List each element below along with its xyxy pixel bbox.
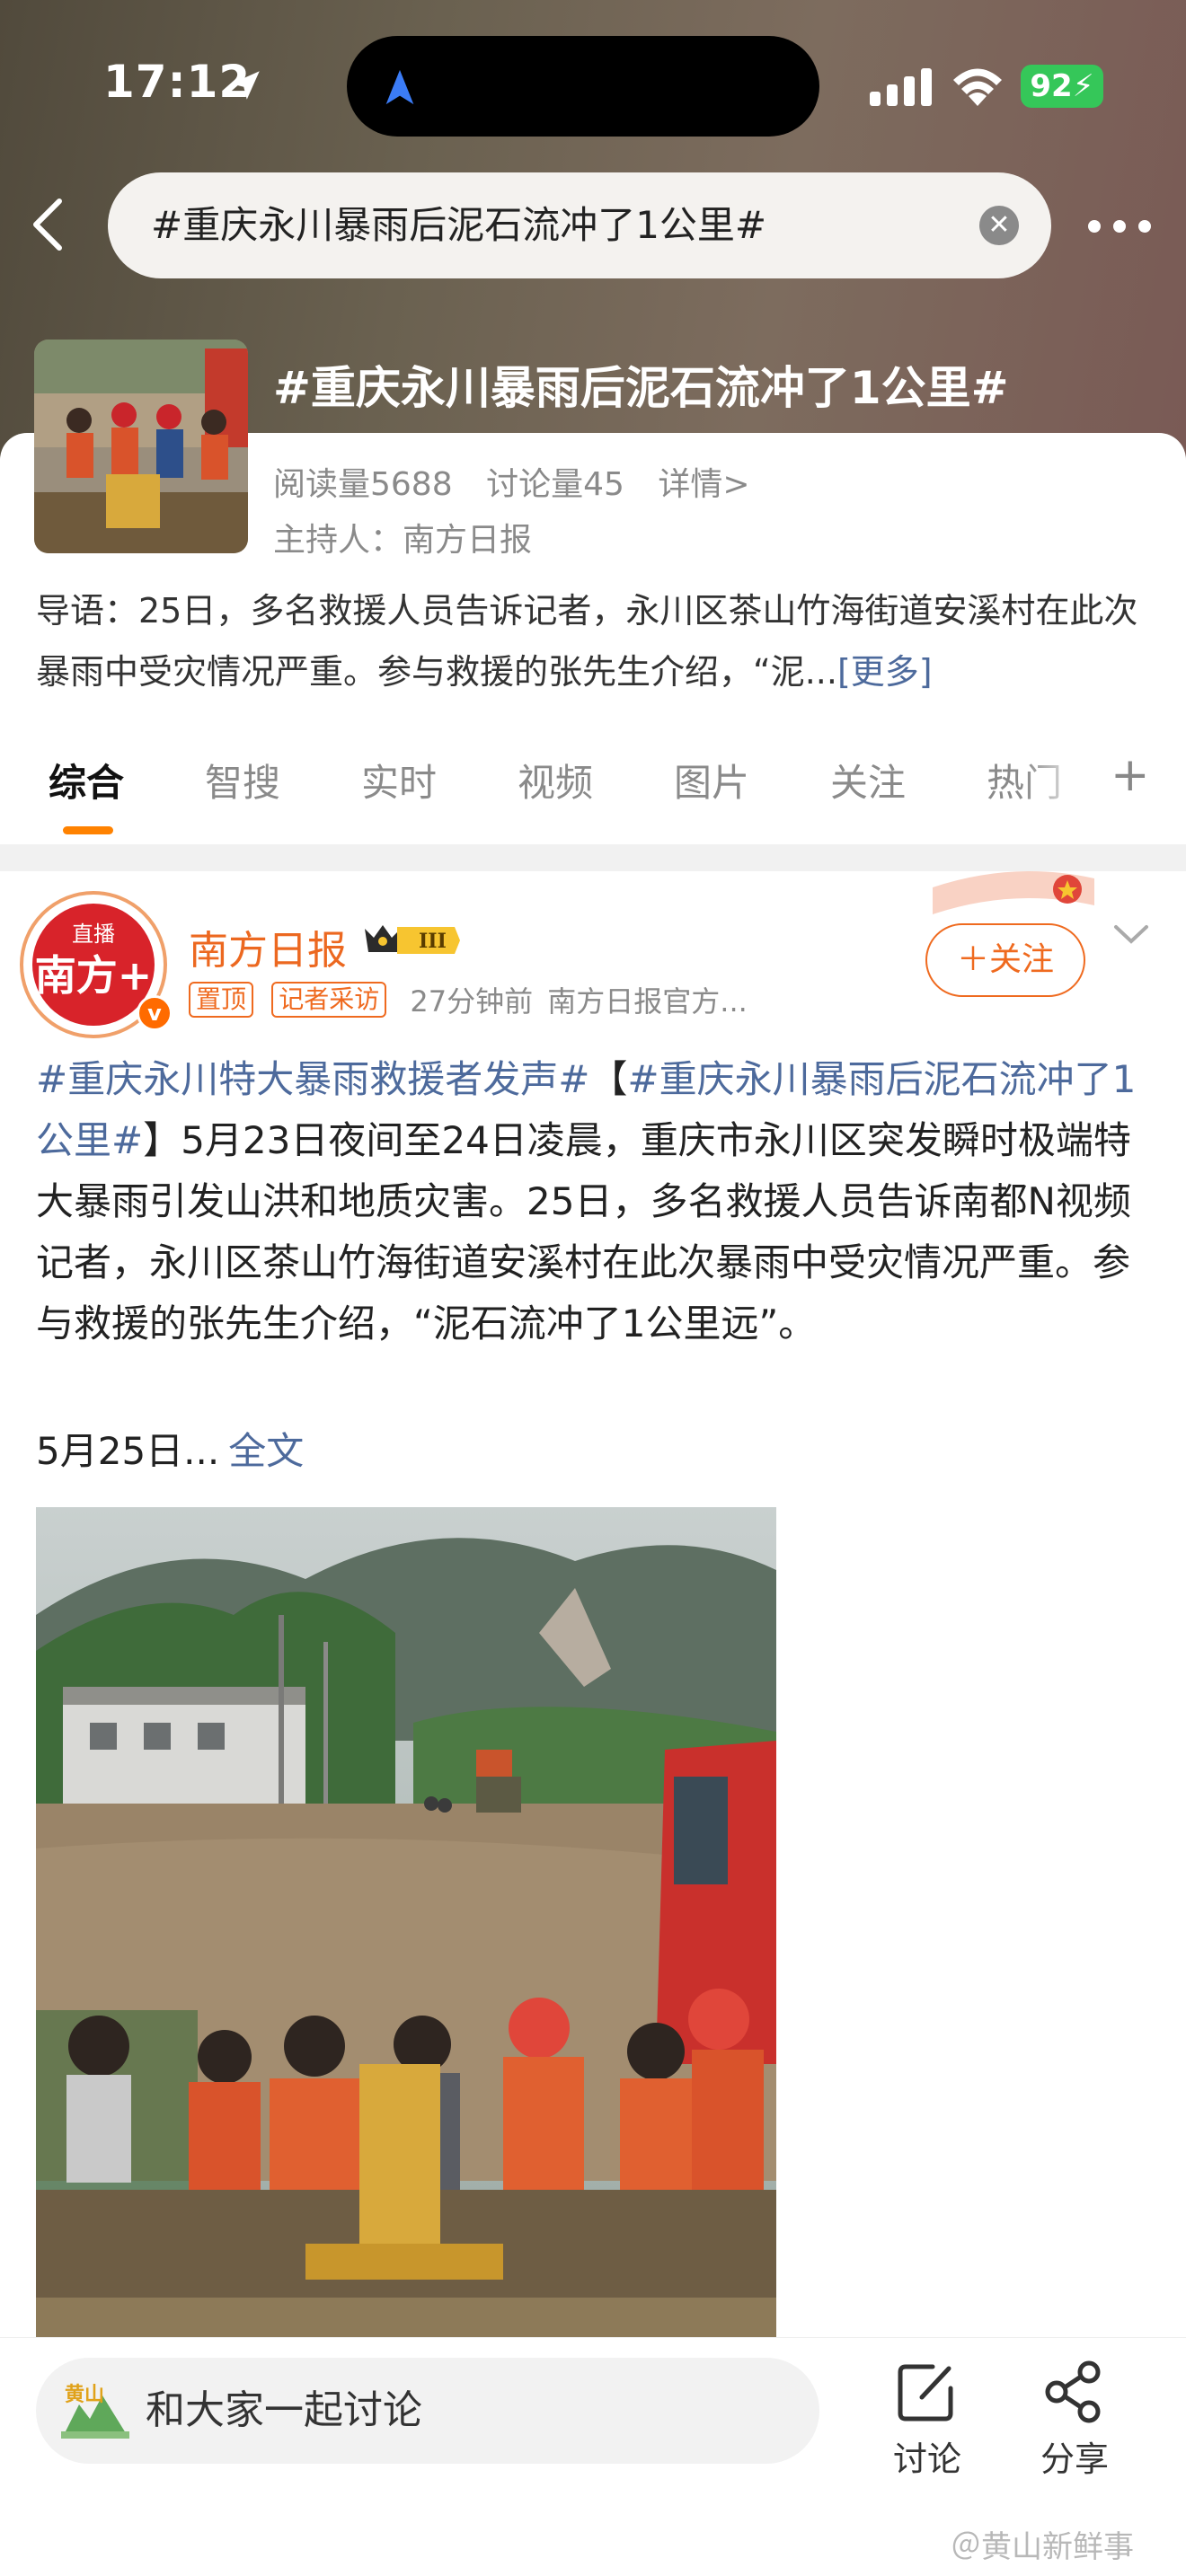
share-icon — [1045, 2360, 1101, 2423]
tab-comprehensive[interactable]: 综合 — [49, 753, 124, 807]
post-body-text: 】5月23日夜间至24日凌晨，重庆市永川区突发瞬时极端特大暴雨引发山洪和地质灾害… — [36, 1118, 1131, 1345]
topic-thumbnail — [34, 340, 248, 553]
search-query[interactable]: #重庆永川暴雨后泥石流冲了1公里# — [151, 172, 766, 278]
chevron-down-icon[interactable] — [1112, 922, 1150, 948]
follow-button[interactable]: ＋关注 — [925, 923, 1085, 997]
bracket-open: 【 — [589, 1057, 628, 1101]
read-count: 阅读量5688 — [273, 466, 453, 503]
watermark: ＠黄山新鲜事 — [951, 2529, 1134, 2565]
search-input[interactable]: #重庆永川暴雨后泥石流冲了1公里# ✕ — [108, 172, 1051, 278]
author-name[interactable]: 南方日报 — [189, 918, 347, 975]
more-options-icon[interactable] — [1084, 208, 1155, 244]
comment-placeholder: 和大家一起讨论 — [146, 2387, 422, 2433]
navigation-icon — [385, 69, 414, 105]
post-date-row: 5月25日... 全文 — [36, 1421, 304, 1476]
compose-icon — [898, 2364, 953, 2422]
tab-video[interactable]: 视频 — [518, 753, 593, 807]
back-icon[interactable] — [25, 196, 70, 253]
location-arrow-icon — [231, 71, 260, 100]
reporter-tag: 记者采访 — [271, 982, 387, 1018]
tab-bar: 综合 智搜 实时 视频 图片 关注 热门 + — [0, 752, 1186, 842]
vip-crown-icon: III — [365, 925, 460, 954]
topic-stats: 阅读量5688 讨论量45 详情> — [273, 458, 774, 505]
post-photo[interactable] — [36, 1507, 776, 2337]
active-tab-indicator — [63, 826, 113, 834]
intro-text: 导语：25日，多名救援人员告诉记者，永川区茶山竹海街道安溪村在此次暴雨中受灾情况… — [36, 591, 1138, 692]
post-source: 南方日报官方... — [547, 984, 748, 1019]
battery-indicator: 92⚡ — [1021, 65, 1103, 108]
add-tab-icon[interactable]: + — [1111, 752, 1150, 798]
intro-more-link[interactable]: [更多] — [837, 652, 933, 692]
verified-icon: v — [137, 995, 173, 1031]
status-bar: 17:12 92⚡ — [0, 0, 1186, 171]
vip-level: III — [419, 930, 447, 953]
avatar-logo: 直播 南方+ — [32, 904, 155, 1026]
post-time-ago: 27分钟前 — [410, 984, 534, 1019]
community-logo-text: 黄山 — [65, 2384, 104, 2406]
discuss-label: 讨论 — [892, 2439, 961, 2479]
pinned-tag: 置顶 — [189, 982, 254, 1018]
discuss-button[interactable]: 讨论 — [873, 2358, 981, 2481]
share-label: 分享 — [1040, 2439, 1109, 2479]
clear-icon[interactable]: ✕ — [979, 206, 1019, 245]
wifi-icon — [953, 68, 1002, 106]
topic-host: 主持人：南方日报 — [273, 522, 533, 559]
community-logo-icon: 黄山 — [61, 2384, 129, 2439]
cellular-signal-icon — [870, 68, 932, 106]
comment-input[interactable]: 黄山 和大家一起讨论 — [36, 2358, 819, 2464]
section-divider — [0, 844, 1186, 871]
post-date: 5月25日... — [36, 1429, 220, 1473]
tab-following[interactable]: 关注 — [830, 753, 906, 807]
share-button[interactable]: 分享 — [1021, 2358, 1128, 2481]
avatar[interactable]: 直播 南方+ v — [20, 891, 173, 1038]
hashtag-rescuers[interactable]: #重庆永川特大暴雨救援者发声# — [36, 1057, 589, 1101]
post-meta: 置顶 记者采访 27分钟前 南方日报官方... — [189, 979, 748, 1019]
topic-title: #重庆永川暴雨后泥石流冲了1公里# — [273, 362, 1009, 414]
tab-fade — [1024, 753, 1087, 816]
tab-images[interactable]: 图片 — [674, 753, 749, 807]
full-text-link[interactable]: 全文 — [228, 1429, 304, 1473]
battery-level: 92 — [1030, 68, 1073, 104]
details-link[interactable]: 详情> — [658, 466, 749, 503]
post-body: #重庆永川特大暴雨救援者发声#【#重庆永川暴雨后泥石流冲了1公里#】5月23日夜… — [36, 1049, 1159, 1354]
tab-smart-search[interactable]: 智搜 — [205, 753, 280, 807]
discussion-count: 讨论量45 — [486, 466, 624, 503]
tab-realtime[interactable]: 实时 — [361, 753, 437, 807]
topic-intro: 导语：25日，多名救援人员告诉记者，永川区茶山竹海街道安溪村在此次暴雨中受灾情况… — [36, 580, 1159, 702]
avatar-brand-text: 南方+ — [34, 951, 153, 1000]
